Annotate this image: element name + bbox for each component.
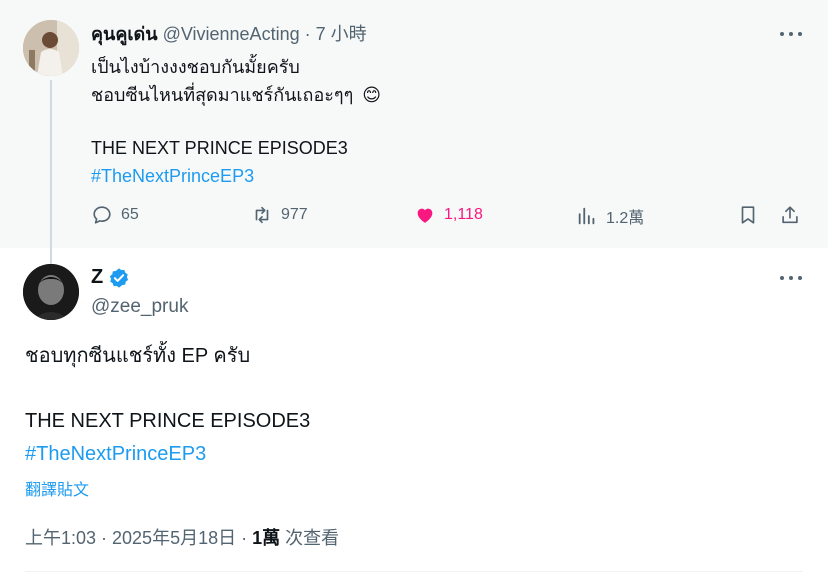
retweet-button[interactable]: 977 <box>251 204 308 226</box>
reply-count: 65 <box>121 206 139 223</box>
reply-button[interactable]: 65 <box>91 204 139 226</box>
main-more-button[interactable] <box>780 269 802 287</box>
post-view-label: 次查看 <box>280 528 340 548</box>
main-avatar-image <box>23 264 79 320</box>
divider <box>25 571 803 572</box>
parent-author-handle[interactable]: @VivienneActing <box>163 24 300 44</box>
like-count: 1,118 <box>444 206 483 223</box>
main-text-line1: ชอบทุกซีนแชร์ทั้ง EP ครับ <box>25 345 251 367</box>
more-icon <box>780 32 784 36</box>
post-timestamp[interactable]: 上午1:03 · 2025年5月18日 · <box>25 528 252 548</box>
like-button[interactable]: 1,118 <box>414 204 483 226</box>
share-button[interactable] <box>779 204 809 226</box>
verified-icon <box>110 267 129 288</box>
parent-post-time[interactable]: · 7 小時 <box>305 24 367 44</box>
main-avatar[interactable] <box>23 264 79 320</box>
post-metadata: 上午1:03 · 2025年5月18日 · 1萬 次查看 <box>25 524 339 550</box>
retweet-icon <box>255 206 269 224</box>
retweet-count: 977 <box>281 206 308 223</box>
parent-more-button[interactable] <box>780 25 802 43</box>
parent-header: คุนคูเด่น @VivienneActing · 7 小時 <box>91 22 367 46</box>
main-text-line2: THE NEXT PRINCE EPISODE3 <box>25 410 311 432</box>
parent-tweet[interactable]: คุนคูเด่น @VivienneActing · 7 小時 เป็นไงบ… <box>0 0 828 248</box>
parent-hashtag[interactable]: #TheNextPrinceEP3 <box>91 164 254 188</box>
parent-action-bar: 65 977 1,118 1.2萬 <box>0 204 828 234</box>
heart-icon <box>417 208 433 223</box>
parent-text-line3: THE NEXT PRINCE EPISODE3 <box>91 138 348 158</box>
views-count: 1.2萬 <box>606 210 645 227</box>
parent-avatar-image <box>23 20 79 76</box>
smile-emoji: 😊 <box>362 85 382 105</box>
views-button[interactable]: 1.2萬 <box>576 204 644 228</box>
main-author-handle[interactable]: @zee_pruk <box>91 296 188 318</box>
parent-text-line2: ชอบซีนไหนที่สุดมาแชร์กันเถอะๆๆ 😊 <box>91 83 381 107</box>
translate-post-link[interactable]: 翻譯貼文 <box>25 476 89 500</box>
post-view-count: 1萬 <box>252 528 281 548</box>
reply-icon <box>93 206 111 224</box>
parent-text-line2-text: ชอบซีนไหนที่สุดมาแชร์กันเถอะๆๆ <box>91 85 354 105</box>
main-hashtag[interactable]: #TheNextPrinceEP3 <box>25 441 206 467</box>
thread-connector-line <box>50 80 52 270</box>
share-icon <box>782 206 798 224</box>
bookmark-button[interactable] <box>737 204 767 226</box>
parent-avatar[interactable] <box>23 20 79 76</box>
views-icon <box>578 207 595 225</box>
more-icon <box>780 276 784 280</box>
main-author-name-row[interactable]: Z <box>91 266 130 289</box>
bookmark-icon <box>741 206 755 224</box>
main-author-name[interactable]: Z <box>91 266 103 289</box>
parent-author-name[interactable]: คุนคูเด่น <box>91 24 158 44</box>
parent-text-line1: เป็นไงบ้างงงชอบกันมั้ยครับ <box>91 57 300 77</box>
